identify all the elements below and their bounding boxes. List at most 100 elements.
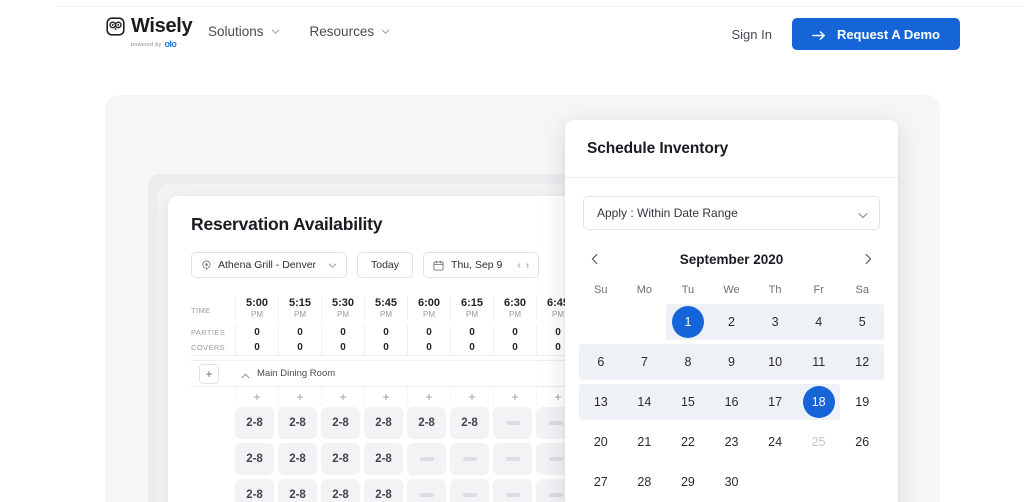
calendar-day[interactable]: 18 (797, 382, 841, 422)
calendar-day[interactable]: 28 (623, 462, 667, 502)
date-picker[interactable]: Thu, Sep 9 ‹ › (423, 252, 540, 278)
apply-range-select[interactable]: Apply : Within Date Range (583, 196, 880, 230)
calendar-day[interactable]: 30 (710, 462, 754, 502)
calendar-icon (433, 259, 444, 271)
party-size-slot[interactable]: 2-8 (450, 407, 489, 439)
empty-slot[interactable] (493, 407, 532, 439)
party-size-slot[interactable]: 2-8 (321, 479, 360, 502)
parties-cell: 0 (450, 325, 493, 340)
empty-slot[interactable] (407, 443, 446, 475)
chevron-down-icon (271, 27, 280, 36)
calendar-day[interactable]: 10 (753, 342, 797, 382)
add-slot-button[interactable]: + (278, 387, 321, 407)
party-size-slot[interactable]: 2-8 (235, 443, 274, 475)
calendar-day[interactable]: 26 (840, 422, 884, 462)
time-column-header: 6:30 PM (493, 296, 536, 320)
empty-slot[interactable] (450, 443, 489, 475)
month-navigation: September 2020 (585, 248, 878, 270)
time-column-header: 6:00 PM (407, 296, 450, 320)
calendar-day[interactable]: 17 (753, 382, 797, 422)
location-select[interactable]: Athena Grill - Denver (191, 252, 347, 278)
calendar-day[interactable]: 1 (666, 302, 710, 342)
calendar-day[interactable]: 14 (623, 382, 667, 422)
covers-row-label: COVERS (191, 343, 226, 352)
party-size-slot[interactable]: 2-8 (364, 443, 403, 475)
main-nav: Solutions Resources (208, 24, 390, 39)
calendar-day[interactable]: 24 (753, 422, 797, 462)
parties-cell: 0 (407, 325, 450, 340)
add-slot-button[interactable]: + (407, 387, 450, 407)
party-size-slot[interactable]: 2-8 (278, 479, 317, 502)
covers-cell: 0 (278, 340, 321, 355)
calendar-day[interactable]: 20 (579, 422, 623, 462)
apply-range-value: Apply : Within Date Range (597, 206, 738, 220)
calendar-day[interactable]: 23 (710, 422, 754, 462)
empty-slot[interactable] (493, 479, 532, 502)
party-size-slot[interactable]: 2-8 (321, 443, 360, 475)
today-button[interactable]: Today (357, 252, 414, 278)
weekday-header-row: Su Mo Tu We Th Fr Sa (579, 284, 884, 296)
time-column-header: 5:15 PM (278, 296, 321, 320)
section-label: Main Dining Room (257, 368, 336, 379)
add-slot-button[interactable]: + (235, 387, 278, 407)
calendar-day[interactable]: 3 (753, 302, 797, 342)
calendar-day[interactable]: 9 (710, 342, 754, 382)
calendar-card-header: Schedule Inventory (565, 120, 898, 178)
calendar-day[interactable]: 11 (797, 342, 841, 382)
nav-item-resources[interactable]: Resources (310, 24, 391, 39)
date-next-button[interactable]: › (526, 260, 529, 271)
calendar-day[interactable]: 8 (666, 342, 710, 382)
weekday-label: Th (768, 284, 782, 296)
add-slot-button[interactable]: + (493, 387, 536, 407)
add-section-button[interactable]: + (199, 363, 219, 384)
chevron-right-icon[interactable] (858, 249, 878, 269)
add-slot-button[interactable]: + (321, 387, 364, 407)
request-demo-button[interactable]: Request A Demo (791, 18, 960, 50)
calendar-day[interactable]: 27 (579, 462, 623, 502)
calendar-day[interactable]: 25 (797, 422, 841, 462)
chevron-left-icon[interactable] (585, 249, 605, 269)
empty-slot[interactable] (493, 443, 532, 475)
add-slot-button[interactable]: + (364, 387, 407, 407)
page-root: Wisely powered by olo Solutions Resource… (0, 0, 1024, 502)
brand-logo[interactable]: Wisely powered by olo (106, 16, 193, 49)
party-size-slot[interactable]: 2-8 (235, 479, 274, 502)
calendar-day[interactable]: 22 (666, 422, 710, 462)
calendar-day[interactable]: 21 (623, 422, 667, 462)
section-toggle[interactable]: Main Dining Room (241, 368, 335, 379)
empty-slot[interactable] (450, 479, 489, 502)
nav-item-solutions[interactable]: Solutions (208, 24, 280, 39)
time-hour: 6:00 (417, 297, 441, 309)
site-header: Wisely powered by olo Solutions Resource… (0, 0, 1024, 68)
party-size-slot[interactable]: 2-8 (235, 407, 274, 439)
calendar-day[interactable]: 29 (666, 462, 710, 502)
party-size-slot[interactable]: 2-8 (278, 407, 317, 439)
calendar-day[interactable]: 5 (840, 302, 884, 342)
party-size-slot[interactable]: 2-8 (321, 407, 360, 439)
calendar-day[interactable]: 19 (840, 382, 884, 422)
time-column-header: 6:15 PM (450, 296, 493, 320)
weekday-label: Sa (855, 284, 869, 296)
party-size-slot[interactable]: 2-8 (364, 407, 403, 439)
date-prev-button[interactable]: ‹ (517, 260, 520, 271)
calendar-day[interactable]: 6 (579, 342, 623, 382)
time-column-header: 5:00 PM (235, 296, 278, 320)
time-hour: 5:45 (374, 297, 398, 309)
time-meridiem: PM (466, 310, 478, 319)
calendar-day[interactable]: 13 (579, 382, 623, 422)
arrow-right-icon (812, 29, 826, 40)
calendar-day[interactable]: 12 (840, 342, 884, 382)
party-size-slot[interactable]: 2-8 (278, 443, 317, 475)
calendar-day[interactable]: 2 (710, 302, 754, 342)
calendar-day[interactable]: 15 (666, 382, 710, 422)
party-size-slot[interactable]: 2-8 (364, 479, 403, 502)
sign-in-link[interactable]: Sign In (731, 27, 771, 42)
party-size-slot[interactable]: 2-8 (407, 407, 446, 439)
calendar-day[interactable]: 7 (623, 342, 667, 382)
add-slot-button[interactable]: + (450, 387, 493, 407)
calendar-day[interactable]: 4 (797, 302, 841, 342)
calendar-day[interactable]: 16 (710, 382, 754, 422)
calendar-week-row: 27 28 29 30 (579, 462, 884, 502)
empty-slot[interactable] (407, 479, 446, 502)
schedule-inventory-card: Schedule Inventory Apply : Within Date R… (565, 120, 898, 502)
